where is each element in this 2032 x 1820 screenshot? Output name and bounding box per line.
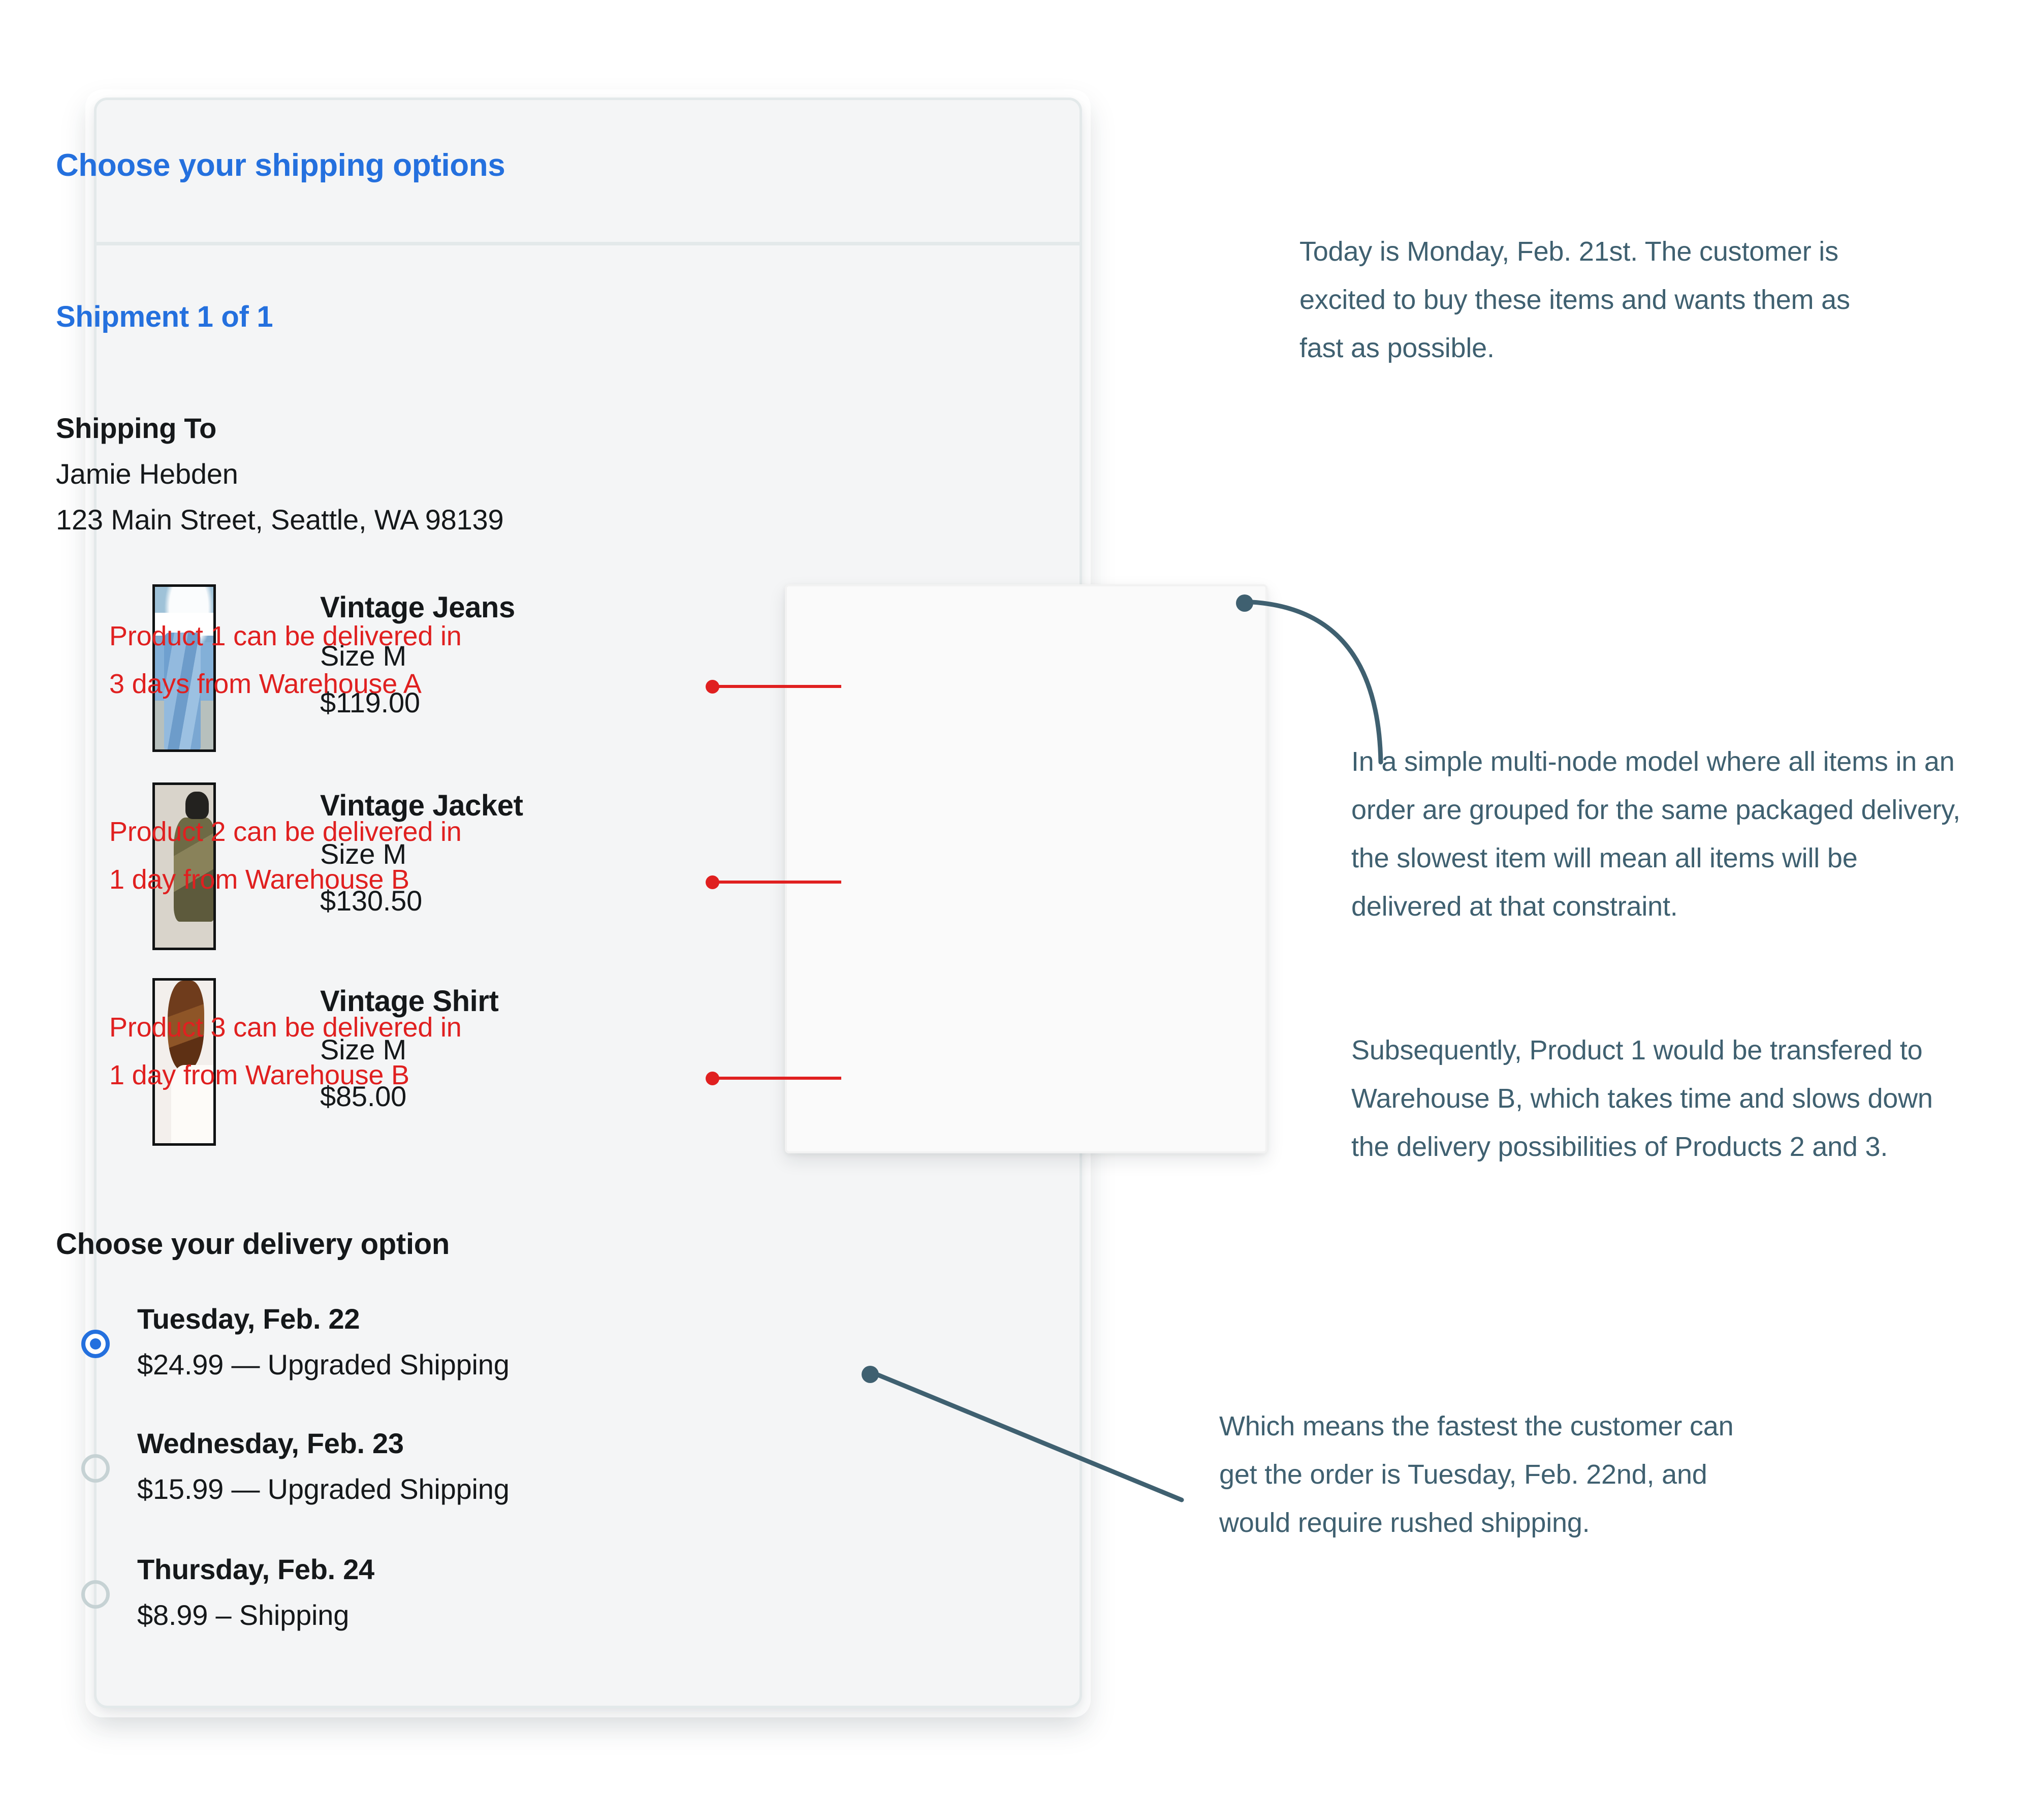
delivery-option-day: Tuesday, Feb. 22 [137,1303,360,1335]
delivery-option-price: $15.99 — Upgraded Shipping [137,1473,510,1505]
page-title: Choose your shipping options [56,148,505,183]
callout-dot-delivery [862,1366,879,1383]
annotation-product-2: Product 2 can be delivered in 1 day from… [109,817,462,895]
note-fastest-delivery: Which means the fastest the customer can… [1219,1411,1734,1538]
delivery-option-wednesday[interactable]: Wednesday, Feb. 23 $15.99 — Upgraded Shi… [56,1423,818,1532]
leader-line-product-3 [713,1077,841,1080]
callout-dot-panel [1236,594,1253,612]
note-today-context: Today is Monday, Feb. 21st. The customer… [1299,236,1850,363]
shipping-to-name: Jamie Hebden [56,458,238,490]
delivery-option-price: $8.99 – Shipping [137,1599,350,1631]
annotation-product-1: Product 1 can be delivered in 3 days fro… [109,621,462,699]
delivery-option-price: $24.99 — Upgraded Shipping [137,1348,510,1380]
leader-line-product-1 [713,685,841,688]
delivery-option-day: Wednesday, Feb. 23 [137,1427,404,1459]
delivery-option-heading: Choose your delivery option [56,1228,450,1261]
delivery-option-day: Thursday, Feb. 24 [137,1553,374,1585]
radio-button[interactable] [81,1454,110,1483]
shipping-to-label: Shipping To [56,412,217,444]
delivery-option-thursday[interactable]: Thursday, Feb. 24 $8.99 – Shipping [56,1549,818,1658]
annotation-overlay-panel [785,584,1267,1153]
annotation-product-3: Product 3 can be delivered in 1 day from… [109,1012,462,1090]
leader-line-product-2 [713,881,841,884]
shipping-to-address: 123 Main Street, Seattle, WA 98139 [56,504,504,536]
note-multi-node-model: In a simple multi-node model where all i… [1351,746,1960,922]
radio-button[interactable] [81,1580,110,1609]
delivery-option-tuesday[interactable]: Tuesday, Feb. 22 $24.99 — Upgraded Shipp… [56,1298,818,1407]
screenshot-stage: Choose your shipping options Shipment 1 … [0,0,2032,1820]
radio-button-selected[interactable] [81,1330,110,1358]
note-transfer-consequence: Subsequently, Product 1 would be transfe… [1351,1035,1933,1162]
shipment-heading: Shipment 1 of 1 [56,300,273,333]
